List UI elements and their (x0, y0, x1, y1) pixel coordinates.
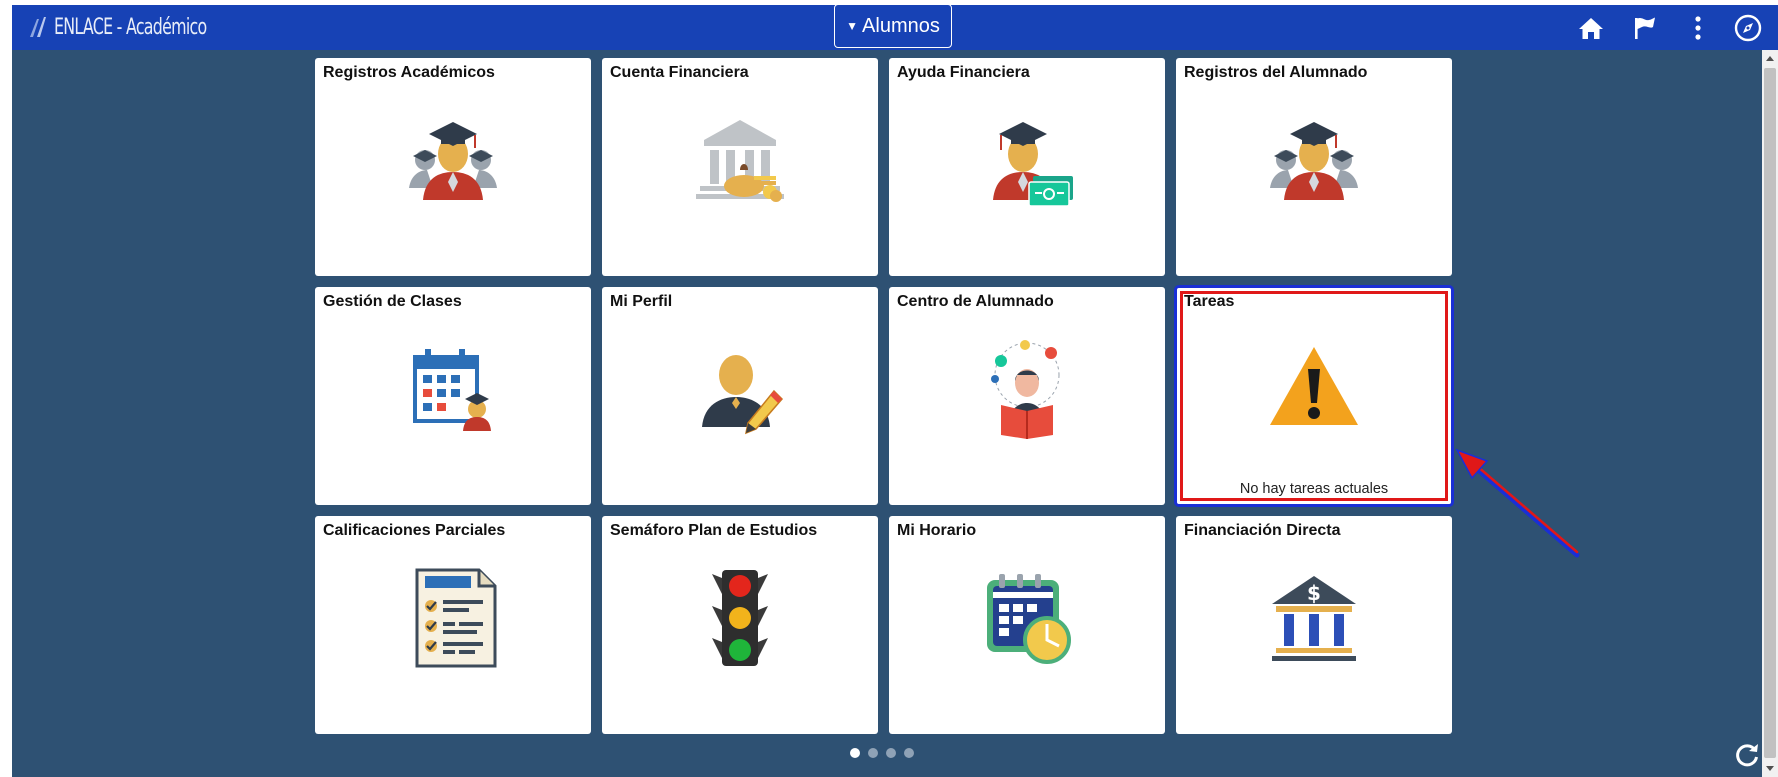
page-dot-4[interactable] (904, 748, 914, 758)
tile-mi-perfil[interactable]: Mi Perfil (602, 287, 878, 505)
page-indicator (850, 748, 914, 758)
svg-text:$: $ (1307, 581, 1321, 605)
tile-title: Financiación Directa (1184, 522, 1341, 539)
tile-gestion-de-clases[interactable]: Gestión de Clases (315, 287, 591, 505)
bank-dollar-icon: $ (1272, 576, 1356, 661)
scroll-down-arrow-icon[interactable] (1765, 763, 1775, 773)
page-dot-3[interactable] (886, 748, 896, 758)
student-group-icon (1270, 122, 1358, 200)
home-icon (1579, 18, 1603, 39)
traffic-light-icon (712, 570, 768, 666)
tile-title: Registros Académicos (323, 64, 495, 81)
tile-calificaciones-parciales[interactable]: Calificaciones Parciales (315, 516, 591, 734)
actions-menu-button[interactable] (1683, 13, 1713, 43)
tile-semaforo-plan-de-estudios[interactable]: Semáforo Plan de Estudios (602, 516, 878, 734)
tile-registros-academicos[interactable]: Registros Académicos (315, 58, 591, 276)
tile-cuenta-financiera[interactable]: Cuenta Financiera (602, 58, 878, 276)
scroll-up-arrow-icon[interactable] (1765, 54, 1775, 64)
tile-centro-de-alumnado[interactable]: Centro de Alumnado (889, 287, 1165, 505)
bank-coins-icon (696, 120, 784, 202)
logo-text: ENLACE - Académico (54, 14, 207, 40)
graduate-money-icon (993, 122, 1073, 207)
tile-title: Gestión de Clases (323, 293, 462, 310)
user-edit-icon (702, 355, 784, 435)
home-button[interactable] (1576, 13, 1606, 43)
homepage-selector[interactable]: ▼ Alumnos (834, 5, 952, 48)
notifications-button[interactable] (1630, 13, 1660, 43)
calendar-student-icon (413, 349, 491, 431)
app-frame: ENLACE - Académico ▼ Alumnos Registros A… (12, 5, 1778, 777)
tile-title: Cuenta Financiera (610, 64, 749, 81)
kebab-menu-icon (1695, 16, 1701, 40)
top-header-bar: ENLACE - Académico ▼ Alumnos (12, 5, 1778, 50)
tile-title: Mi Perfil (610, 293, 673, 310)
logo-mark-icon (30, 17, 46, 37)
tile-caption: No hay tareas actuales (1239, 481, 1389, 497)
homepage-selector-label: Alumnos (862, 14, 940, 37)
tile-title: Ayuda Financiera (897, 64, 1030, 81)
tile-financiacion-directa[interactable]: Financiación Directa $ (1176, 516, 1452, 734)
refresh-button[interactable] (1734, 742, 1760, 768)
app-logo[interactable]: ENLACE - Académico (28, 11, 266, 43)
vertical-scrollbar[interactable] (1762, 50, 1778, 777)
tile-title: Mi Horario (897, 522, 977, 539)
student-reading-icon (991, 340, 1060, 439)
tile-title: Centro de Alumnado (897, 293, 1054, 310)
tile-title: Semáforo Plan de Estudios (610, 522, 818, 539)
refresh-icon (1736, 744, 1758, 767)
flag-icon (1635, 17, 1655, 39)
tile-tareas[interactable]: Tareas No hay tareas actuales (1174, 285, 1454, 507)
navbar-button[interactable] (1733, 13, 1763, 43)
student-group-icon (409, 122, 497, 200)
compass-icon (1734, 14, 1762, 42)
tile-title: Calificaciones Parciales (323, 522, 506, 539)
tile-title: Tareas (1184, 293, 1235, 310)
tile-registros-del-alumnado[interactable]: Registros del Alumnado (1176, 58, 1452, 276)
page-dot-1[interactable] (850, 748, 860, 758)
tile-mi-horario[interactable]: Mi Horario (889, 516, 1165, 734)
checklist-icon (415, 568, 497, 668)
page-dot-2[interactable] (868, 748, 878, 758)
caret-down-icon: ▼ (846, 19, 859, 33)
tile-ayuda-financiera[interactable]: Ayuda Financiera (889, 58, 1165, 276)
calendar-clock-icon (987, 574, 1071, 664)
tile-title: Registros del Alumnado (1184, 64, 1368, 81)
warning-icon (1270, 347, 1358, 425)
scroll-thumb[interactable] (1764, 68, 1776, 758)
